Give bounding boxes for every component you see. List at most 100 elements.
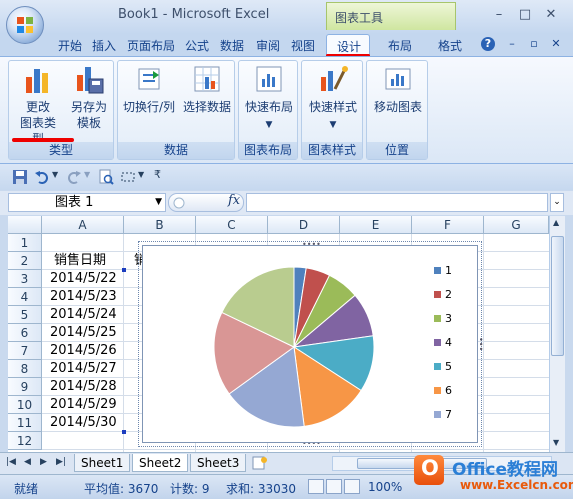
tab-review[interactable]: 审阅	[256, 37, 280, 54]
save-as-template-button[interactable]: 另存为 模板	[67, 63, 111, 131]
move-chart-button[interactable]: 移动图表	[369, 63, 427, 115]
normal-view-button[interactable]	[308, 479, 324, 494]
last-sheet-icon[interactable]: ▶|	[56, 457, 66, 467]
sheet-tab-sheet2[interactable]: Sheet2	[132, 454, 189, 472]
cell-a10[interactable]: 2014/5/29	[50, 396, 117, 414]
row-header-9[interactable]: 9	[8, 378, 42, 396]
legend-item-2[interactable]: 2	[434, 288, 452, 301]
insert-sheet-icon[interactable]	[252, 456, 268, 470]
customize-qat-icon[interactable]: ₹	[154, 168, 161, 181]
watermark-logo: O	[414, 455, 444, 485]
cell-a11[interactable]: 2014/5/30	[50, 414, 117, 432]
row-header-8[interactable]: 8	[8, 360, 42, 378]
help-icon[interactable]: ?	[481, 37, 495, 51]
vertical-scroll-thumb[interactable]	[551, 236, 564, 356]
scroll-down-icon[interactable]: ▼	[553, 438, 559, 447]
vertical-scrollbar[interactable]: ▲ ▼	[549, 216, 565, 452]
next-sheet-icon[interactable]: ▶	[40, 457, 47, 467]
legend-item-3[interactable]: 3	[434, 312, 452, 325]
formula-input[interactable]	[246, 193, 548, 212]
row-header-2[interactable]: 2	[8, 252, 42, 270]
legend-item-4[interactable]: 4	[434, 336, 452, 349]
legend-swatch	[434, 291, 441, 298]
row-header-4[interactable]: 4	[8, 288, 42, 306]
save-template-icon	[77, 67, 104, 94]
cell-a4[interactable]: 2014/5/23	[50, 288, 117, 306]
cell-a8[interactable]: 2014/5/27	[50, 360, 117, 378]
print-preview-icon[interactable]	[98, 169, 114, 185]
select-all-corner[interactable]	[8, 216, 42, 234]
name-box-dropdown-icon[interactable]: ▼	[155, 194, 162, 211]
undo-icon[interactable]	[34, 169, 50, 185]
column-header-g[interactable]: G	[484, 216, 549, 234]
tab-page-layout[interactable]: 页面布局	[127, 37, 175, 54]
legend-item-5[interactable]: 5	[434, 360, 452, 373]
redo-icon[interactable]	[66, 169, 82, 185]
tab-home[interactable]: 开始	[58, 37, 82, 54]
move-chart-icon	[385, 68, 411, 90]
column-header-a[interactable]: A	[42, 216, 124, 234]
quick-styles-button[interactable]: 快速样式 ▼	[304, 63, 362, 133]
page-break-view-button[interactable]	[344, 479, 360, 494]
prev-sheet-icon[interactable]: ◀	[24, 457, 31, 467]
redo-dropdown-icon[interactable]: ▼	[84, 170, 90, 179]
maximize-button[interactable]: □	[514, 6, 536, 24]
quick-layout-button[interactable]: 快速布局 ▼	[241, 63, 297, 133]
row-header-1[interactable]: 1	[8, 234, 42, 252]
ribbon-close-icon[interactable]: ✕	[549, 37, 563, 51]
ribbon-minimize-icon[interactable]: –	[505, 37, 519, 51]
row-header-11[interactable]: 11	[8, 414, 42, 432]
legend-item-6[interactable]: 6	[434, 384, 452, 397]
row-header-10[interactable]: 10	[8, 396, 42, 414]
row-header-12[interactable]: 12	[8, 432, 42, 450]
cell-a9[interactable]: 2014/5/28	[50, 378, 117, 396]
tab-formulas[interactable]: 公式	[185, 37, 209, 54]
page-layout-view-button[interactable]	[326, 479, 342, 494]
tab-design[interactable]: 设计	[326, 34, 370, 56]
tab-format[interactable]: 格式	[438, 37, 462, 54]
tab-data[interactable]: 数据	[220, 37, 244, 54]
sheet-tab-sheet1[interactable]: Sheet1	[74, 454, 131, 472]
zoom-level[interactable]: 100%	[368, 480, 402, 494]
close-button[interactable]: ✕	[540, 6, 562, 24]
row-header-3[interactable]: 3	[8, 270, 42, 288]
cell-a3[interactable]: 2014/5/22	[50, 270, 117, 288]
row-header-5[interactable]: 5	[8, 306, 42, 324]
row-header-6[interactable]: 6	[8, 324, 42, 342]
select-data-button[interactable]: 选择数据	[180, 63, 234, 115]
change-chart-type-button[interactable]: 更改 图表类型	[15, 63, 61, 147]
pie-chart[interactable]: 1 2 3 4 5 6 7	[142, 245, 478, 443]
cell-a2[interactable]: 销售日期	[54, 252, 106, 270]
cell-a7[interactable]: 2014/5/26	[50, 342, 117, 360]
tab-insert[interactable]: 插入	[92, 37, 116, 54]
column-header-e[interactable]: E	[340, 216, 412, 234]
range-handle[interactable]	[122, 430, 126, 434]
scroll-up-icon[interactable]: ▲	[553, 218, 559, 227]
range-handle[interactable]	[122, 268, 126, 272]
sheet-tab-sheet3[interactable]: Sheet3	[190, 454, 247, 472]
save-icon[interactable]	[12, 169, 28, 185]
first-sheet-icon[interactable]: |◀	[6, 457, 16, 467]
insert-function-icon[interactable]: fx	[228, 193, 240, 208]
cell-a6[interactable]: 2014/5/25	[50, 324, 117, 342]
legend-item-1[interactable]: 1	[434, 264, 452, 277]
selection-icon[interactable]	[120, 169, 136, 185]
office-button[interactable]	[6, 6, 44, 44]
column-header-f[interactable]: F	[412, 216, 484, 234]
expand-formula-bar-icon[interactable]: ⌄	[550, 193, 564, 212]
tab-view[interactable]: 视图	[291, 37, 315, 54]
row-header-7[interactable]: 7	[8, 342, 42, 360]
column-header-d[interactable]: D	[268, 216, 340, 234]
column-header-b[interactable]: B	[124, 216, 196, 234]
ribbon-restore-icon[interactable]: ▫	[527, 37, 541, 51]
pie-plot-area[interactable]	[209, 262, 379, 432]
undo-dropdown-icon[interactable]: ▼	[52, 170, 58, 179]
minimize-button[interactable]: –	[488, 6, 510, 24]
cell-a5[interactable]: 2014/5/24	[50, 306, 117, 324]
legend-item-7[interactable]: 7	[434, 408, 452, 421]
name-box[interactable]: 图表 1 ▼	[8, 193, 166, 212]
switch-row-column-button[interactable]: 切换行/列	[120, 63, 178, 115]
tab-layout[interactable]: 布局	[388, 37, 412, 54]
column-header-c[interactable]: C	[196, 216, 268, 234]
selection-dropdown-icon[interactable]: ▼	[138, 170, 144, 179]
